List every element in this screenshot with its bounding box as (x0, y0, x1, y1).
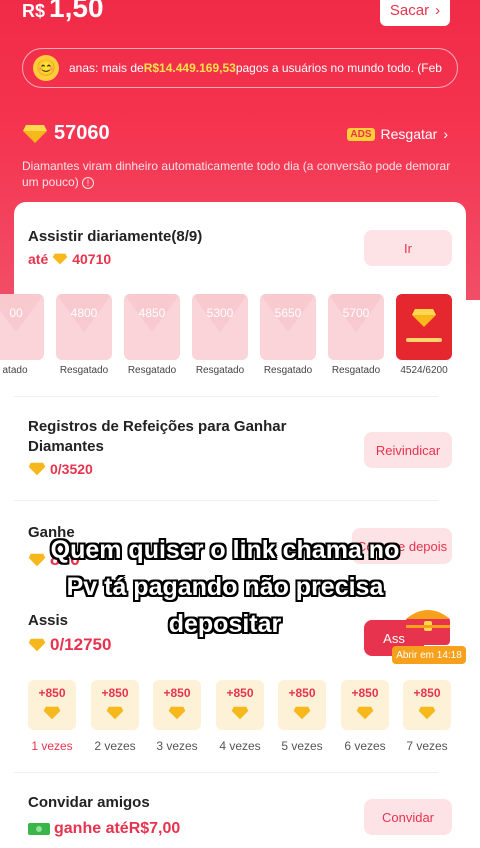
meals-progress: 0/3520 (28, 461, 93, 477)
currency-label: R$ (22, 1, 46, 21)
day-plus: +850 (101, 686, 129, 700)
diamond-icon (168, 706, 186, 720)
envelope-value: 5700 (342, 306, 370, 320)
invite-button-label: Convidar (381, 809, 435, 825)
diamond-icon (293, 706, 311, 720)
envelope-value: 5300 (206, 306, 234, 320)
diamond-count: 57060 (54, 122, 110, 144)
day-reward[interactable]: +850 (216, 680, 264, 730)
watch-go-button[interactable]: Ir (364, 230, 452, 266)
section-divider (14, 396, 438, 397)
section-divider (14, 500, 438, 501)
diamond-icon (356, 706, 374, 720)
diamond-balance: 57060 (22, 122, 110, 145)
conversion-note: Diamantes viram dinheiro automaticamente… (22, 158, 462, 190)
redeem-link[interactable]: ADS Resgatar › (347, 126, 448, 142)
up-to-label: até (28, 251, 49, 267)
day-reward[interactable]: +850 (28, 680, 76, 730)
envelope-value: 4850 (138, 306, 166, 320)
reward-envelope: 5650 (260, 294, 316, 360)
withdraw-label: Sacar (389, 1, 430, 19)
claim-label: Reivindicar (375, 442, 441, 458)
invite-button[interactable]: Convidar (364, 799, 452, 835)
ticker-amount: R$14.449.169,53 (143, 61, 236, 75)
money-icon (28, 823, 50, 835)
envelope-status: Resgatado (331, 365, 381, 376)
envelope-value: 4800 (70, 306, 98, 320)
invite-reward-value: ganhe atéR$7,00 (54, 820, 181, 837)
ticker-prefix: anas: mais de (69, 61, 144, 75)
envelope-value: 00 (9, 306, 23, 320)
day-reward[interactable]: +850 (153, 680, 201, 730)
envelope-status: Resgatado (127, 365, 177, 376)
envelope-status: Resgatado (263, 365, 313, 376)
diamond-icon (28, 638, 46, 652)
day-plus: +850 (413, 686, 441, 700)
day-plus: +850 (163, 686, 191, 700)
reward-envelope: 4800 (56, 294, 112, 360)
watch-daily-title: Assistir diariamente(8/9) (28, 228, 203, 245)
section-divider (14, 772, 438, 773)
day-plus: +850 (351, 686, 379, 700)
reward-envelope: 5700 (328, 294, 384, 360)
withdraw-button[interactable]: Sacar › (380, 0, 450, 26)
day-plus: +850 (38, 686, 66, 700)
diamond-icon (412, 309, 436, 327)
meals-progress-value: 0/3520 (50, 461, 93, 477)
info-icon[interactable]: ! (82, 177, 95, 189)
chevron-right-icon: › (435, 1, 441, 19)
active-envelope-progress: 4524/6200 (400, 365, 448, 376)
chevron-right-icon: › (443, 126, 448, 142)
day-plus: +850 (288, 686, 316, 700)
day-label: 4 vezes (219, 739, 261, 753)
balance-display: R$ 1,50 (22, 0, 104, 24)
reward-envelope: 4850 (124, 294, 180, 360)
smiley-icon: 😊 (33, 55, 59, 81)
envelope-status: Resgatado (195, 365, 245, 376)
redeem-label: Resgatar (380, 126, 438, 142)
day-label: 1 vezes (31, 739, 73, 753)
chest-timer: Abrir em 14:18 (392, 646, 466, 664)
day-label: 5 vezes (281, 739, 323, 753)
meals-title: Registros de Refeições para Ganhar Diama… (28, 418, 287, 455)
active-reward-envelope[interactable] (396, 294, 452, 360)
balance-amount: 1,50 (49, 0, 104, 23)
diamond-icon (28, 462, 46, 476)
payout-ticker: 😊 anas: mais de R$14.449.169,53 pagos a … (22, 48, 458, 88)
diamond-icon (53, 253, 68, 265)
envelope-value: 5650 (274, 306, 302, 320)
envelope-status: atado (2, 365, 28, 376)
day-label: 7 vezes (406, 739, 448, 753)
diamond-icon (23, 124, 47, 143)
ads-badge: ADS (347, 127, 375, 141)
video-caption-overlay: Quem quiser o link chama no Pv tá pagand… (50, 536, 400, 638)
day-label: 2 vezes (94, 739, 136, 753)
claim-button[interactable]: Reivindicar (364, 432, 452, 468)
envelope-progress-bar (406, 338, 442, 342)
day-label: 3 vezes (156, 739, 198, 753)
reward-envelope: 00 (0, 294, 44, 360)
invite-title: Convidar amigos (28, 794, 150, 811)
invite-reward: ganhe atéR$7,00 (28, 820, 180, 838)
watch-go-label: Ir (404, 240, 412, 256)
day-reward[interactable]: +850 (341, 680, 389, 730)
envelope-status: Resgatado (59, 365, 109, 376)
up-to-value: 40710 (72, 251, 112, 267)
diamond-icon (43, 706, 61, 720)
watch-daily-reward: até 40710 (28, 251, 111, 267)
diamond-icon (418, 706, 436, 720)
diamond-icon (106, 706, 124, 720)
ticker-suffix: pagos a usuários no mundo todo. (Feb (235, 61, 442, 75)
day-reward[interactable]: +850 (278, 680, 326, 730)
day-plus: +850 (226, 686, 254, 700)
day-reward[interactable]: +850 (91, 680, 139, 730)
reward-envelope: 5300 (192, 294, 248, 360)
diamond-icon (231, 706, 249, 720)
treasure-chest-icon[interactable] (396, 603, 460, 647)
day-label: 6 vezes (344, 739, 386, 753)
day-reward[interactable]: +850 (403, 680, 451, 730)
diamond-icon (28, 553, 46, 566)
